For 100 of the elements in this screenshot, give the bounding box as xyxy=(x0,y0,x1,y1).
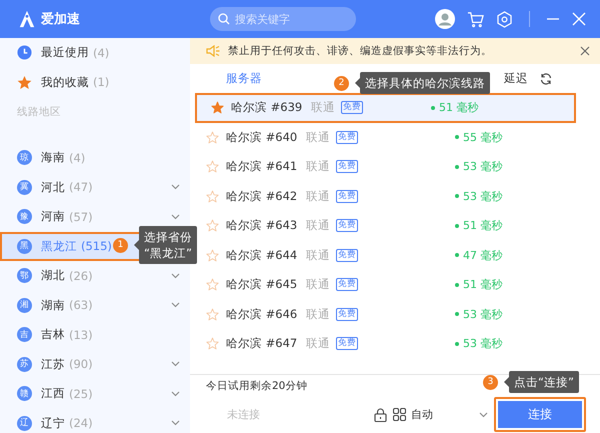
star-icon[interactable] xyxy=(206,278,219,292)
star-icon[interactable] xyxy=(206,190,219,203)
notice-text: 禁止用于任何攻击、诽谤、编造虚假事实等非法行为。 xyxy=(228,44,492,58)
region-item[interactable]: 辽 辽宁 (24) xyxy=(0,408,190,433)
latency-value: 53 毫秒 xyxy=(463,336,502,352)
grid-icon xyxy=(393,408,406,421)
server-row[interactable]: 哈尔滨 #639 联通 免费 51 毫秒 xyxy=(195,93,576,122)
free-tag: 免费 xyxy=(336,337,358,350)
status-dot xyxy=(455,312,459,316)
chevron-down-icon[interactable] xyxy=(171,302,180,308)
latency-value: 51 毫秒 xyxy=(463,277,502,292)
callout-tooltip: 点击“连接” xyxy=(504,371,579,393)
chevron-down-icon[interactable] xyxy=(479,412,488,418)
server-name: 哈尔滨 #646 xyxy=(226,306,298,322)
chevron-down-icon[interactable] xyxy=(171,361,180,368)
free-tag: 免费 xyxy=(336,190,358,203)
free-tag: 免费 xyxy=(336,308,358,321)
province-badge: 冀 xyxy=(17,180,32,195)
latency-value: 53 毫秒 xyxy=(463,159,502,174)
chevron-down-icon[interactable] xyxy=(171,214,180,220)
latency-value: 51 毫秒 xyxy=(439,100,478,116)
latency-value: 55 毫秒 xyxy=(463,130,502,145)
star-icon[interactable] xyxy=(206,248,219,262)
latency-value: 53 毫秒 xyxy=(463,306,502,322)
free-tag: 免费 xyxy=(336,130,358,144)
logo-icon xyxy=(18,10,36,28)
callout-tooltip: 选择具体的哈尔滨线路 xyxy=(355,72,490,94)
free-tag: 免费 xyxy=(336,160,358,174)
step-number: 2 xyxy=(334,76,349,90)
free-tag: 免费 xyxy=(336,278,358,292)
status-dot xyxy=(455,253,459,258)
province-badge: 吉 xyxy=(17,327,32,342)
region-item[interactable]: 湘 湖南 (63) xyxy=(0,290,190,320)
star-icon[interactable] xyxy=(206,337,219,350)
province-badge: 琼 xyxy=(17,150,32,166)
region-item[interactable]: 赣 江西 (25) xyxy=(0,379,190,408)
province-badge: 苏 xyxy=(17,356,32,372)
chevron-down-icon[interactable] xyxy=(171,420,180,426)
region-item[interactable]: 苏 江苏 (90) xyxy=(0,350,190,379)
column-header[interactable]: 延迟 xyxy=(504,71,528,86)
isp-label: 联通 xyxy=(306,218,331,234)
connect-button[interactable]: 连接 xyxy=(494,397,586,432)
chevron-down-icon[interactable] xyxy=(171,390,180,397)
latency-value: 51 毫秒 xyxy=(463,218,502,234)
isp-label: 联通 xyxy=(311,100,336,116)
isp-label: 联通 xyxy=(306,159,331,174)
connection-status: 未连接 xyxy=(227,407,260,422)
isp-label: 联通 xyxy=(306,130,331,145)
mode-dropdown[interactable]: 自动 xyxy=(393,407,488,422)
server-name: 哈尔滨 #644 xyxy=(226,248,298,263)
status-dot xyxy=(455,194,459,198)
chevron-down-icon[interactable] xyxy=(171,272,180,279)
free-tag: 免费 xyxy=(336,248,358,262)
province-badge: 鄂 xyxy=(17,268,32,284)
server-name: 哈尔滨 #642 xyxy=(226,188,298,204)
server-name: 哈尔滨 #639 xyxy=(231,100,304,116)
star-icon[interactable] xyxy=(206,308,219,321)
status-dot xyxy=(431,106,435,110)
speaker-icon xyxy=(206,45,220,57)
chevron-down-icon[interactable] xyxy=(171,184,180,190)
callout-tooltip: 选择省份 “黑龙江” xyxy=(134,226,197,264)
step-number: 3 xyxy=(483,374,498,390)
app-name: 爱加速 xyxy=(41,11,80,28)
sidebar-item[interactable]: 最近使用 (4) xyxy=(0,38,190,68)
star-icon[interactable] xyxy=(206,130,219,144)
isp-label: 联通 xyxy=(306,277,331,292)
sidebar-item[interactable]: 我的收藏 (1) xyxy=(0,68,190,97)
isp-label: 联通 xyxy=(306,306,331,322)
star-icon[interactable] xyxy=(206,219,219,232)
free-tag: 免费 xyxy=(341,101,363,114)
status-dot xyxy=(455,342,459,346)
refresh-icon[interactable] xyxy=(540,72,552,84)
status-dot xyxy=(455,135,459,140)
province-badge: 赣 xyxy=(17,386,32,402)
cart-icon[interactable] xyxy=(467,10,484,28)
section-label: 线路地区 xyxy=(16,105,62,120)
latency-value: 47 毫秒 xyxy=(463,248,502,263)
settings-icon[interactable] xyxy=(496,10,513,28)
region-item[interactable]: 鄂 湖北 (26) xyxy=(0,261,190,290)
status-dot xyxy=(455,224,459,228)
region-item[interactable]: 冀 河北 (47) xyxy=(0,172,190,202)
lock-icon[interactable] xyxy=(374,408,387,422)
free-tag: 免费 xyxy=(336,219,358,232)
star-icon[interactable] xyxy=(206,160,219,174)
latency-value: 53 毫秒 xyxy=(463,188,502,204)
isp-label: 联通 xyxy=(306,188,331,204)
region-item[interactable]: 琼 海南 (4) xyxy=(0,143,190,172)
search-icon xyxy=(218,13,230,25)
star-icon xyxy=(17,74,32,90)
star-icon[interactable] xyxy=(211,101,224,114)
province-badge: 辽 xyxy=(17,416,32,431)
trial-text: 今日试用剩余20分钟 xyxy=(206,379,308,393)
avatar-icon[interactable] xyxy=(435,9,455,29)
isp-label: 联通 xyxy=(306,248,331,263)
isp-label: 联通 xyxy=(306,336,331,352)
server-name: 哈尔滨 #647 xyxy=(226,336,298,352)
status-dot xyxy=(455,164,459,169)
region-item[interactable]: 吉 吉林 (13) xyxy=(0,320,190,350)
province-badge: 豫 xyxy=(17,209,32,224)
close-icon[interactable] xyxy=(580,46,590,56)
